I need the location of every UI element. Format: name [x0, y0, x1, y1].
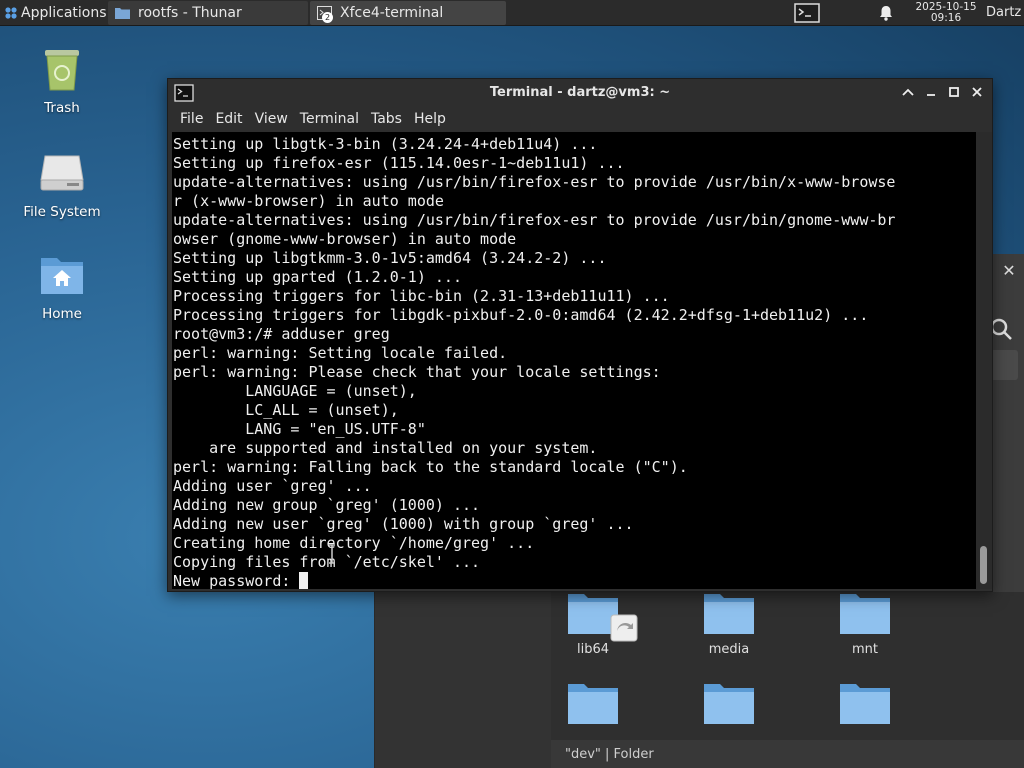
- terminal-line: Setting up libgtkmm-3.0-1v5:amd64 (3.24.…: [173, 249, 607, 267]
- folder-icon: [702, 682, 756, 728]
- folder-icon: [114, 6, 130, 20]
- menu-file[interactable]: File: [174, 111, 209, 127]
- folder-label: mnt: [852, 642, 878, 657]
- terminal-line: LANGUAGE = (unset),: [173, 382, 417, 400]
- terminal-line: root@vm3:/# adduser greg: [173, 325, 390, 343]
- password-prompt: New password:: [173, 572, 300, 589]
- applications-label: Applications ☰: [21, 4, 108, 21]
- terminal-line: r (x-www-browser) in auto mode: [173, 192, 444, 210]
- folder-link-icon: [566, 592, 638, 642]
- folder-icon: [838, 592, 892, 638]
- hard-drive-icon: [37, 148, 87, 198]
- thunar-close-icon[interactable]: ✕: [1000, 262, 1018, 280]
- folder-item[interactable]: mnt: [825, 592, 905, 657]
- terminal-line: are supported and installed on your syst…: [173, 439, 598, 457]
- text-cursor: [299, 572, 309, 589]
- terminal-line: Setting up gparted (1.2.0-1) ...: [173, 268, 462, 286]
- desktop-icon-label: Trash: [44, 100, 80, 116]
- taskbar-item-label: rootfs - Thunar: [138, 5, 242, 21]
- tray-terminal-icon[interactable]: [792, 2, 822, 24]
- folder-item[interactable]: [825, 682, 905, 732]
- window-controls: [900, 83, 984, 101]
- terminal-line: owser (gnome-www-browser) in auto mode: [173, 230, 517, 248]
- terminal-line: Adding user `greg' ...: [173, 477, 372, 495]
- shade-button[interactable]: [900, 83, 915, 101]
- terminal-icon: 2: [316, 6, 333, 23]
- menu-help[interactable]: Help: [408, 111, 452, 127]
- window-count-badge: 2: [322, 12, 333, 23]
- terminal-window[interactable]: Terminal - dartz@vm3: ~ File Edit View T…: [167, 78, 993, 592]
- terminal-line: LC_ALL = (unset),: [173, 401, 399, 419]
- notification-bell-icon[interactable]: [876, 3, 896, 23]
- clock-time: 09:16: [930, 11, 962, 24]
- maximize-icon: [948, 87, 959, 97]
- user-menu[interactable]: Dartz: [986, 5, 1024, 20]
- terminal-line: Creating home directory `/home/greg' ...: [173, 534, 535, 552]
- terminal-line: Copying files from `/etc/skel' ...: [173, 553, 481, 571]
- terminal-line: Setting up libgtk-3-bin (3.24.24-4+deb11…: [173, 135, 598, 153]
- minimize-button[interactable]: [923, 83, 938, 101]
- xfce-logo-icon: [4, 6, 18, 20]
- folder-icon: [566, 682, 620, 728]
- menubar: File Edit View Terminal Tabs Help: [168, 107, 992, 131]
- clock-date: 2025-10-15: [915, 0, 977, 13]
- minimize-icon: [926, 94, 935, 96]
- menu-view[interactable]: View: [249, 111, 294, 127]
- terminal-line: perl: warning: Please check that your lo…: [173, 363, 661, 381]
- mouse-ibeam-cursor-icon: [329, 544, 335, 564]
- terminal-output[interactable]: Setting up libgtk-3-bin (3.24.24-4+deb11…: [172, 132, 976, 589]
- clock[interactable]: 2025-10-15 09:16: [910, 0, 982, 24]
- thunar-statusbar: "dev" | Folder: [551, 740, 1024, 768]
- password-prompt-line: New password:: [173, 572, 976, 589]
- folder-item[interactable]: [553, 682, 633, 732]
- desktop-icon-label: File System: [23, 204, 101, 220]
- terminal-line: update-alternatives: using /usr/bin/fire…: [173, 211, 896, 229]
- desktop-icon-home[interactable]: Home: [14, 250, 110, 322]
- taskbar-item-terminal[interactable]: 2 Xfce4-terminal: [310, 1, 506, 25]
- close-button[interactable]: [969, 83, 984, 101]
- desktop-icon-file-system[interactable]: File System: [14, 148, 110, 220]
- scrollbar-thumb[interactable]: [980, 546, 987, 584]
- top-panel: Applications ☰ rootfs - Thunar 2 Xfce4-t…: [0, 0, 1024, 26]
- close-icon: [971, 87, 982, 97]
- taskbar-item-thunar[interactable]: rootfs - Thunar: [108, 1, 308, 25]
- maximize-button[interactable]: [946, 83, 961, 101]
- folder-label: media: [708, 642, 750, 657]
- terminal-line: Adding new user `greg' (1000) with group…: [173, 515, 634, 533]
- folder-icon: [702, 592, 756, 638]
- menu-edit[interactable]: Edit: [209, 111, 248, 127]
- terminal-titlebar[interactable]: Terminal - dartz@vm3: ~: [168, 79, 992, 107]
- window-title: Terminal - dartz@vm3: ~: [489, 85, 671, 100]
- trash-icon: [37, 44, 87, 94]
- terminal-line: Adding new group `greg' (1000) ...: [173, 496, 481, 514]
- menu-tabs[interactable]: Tabs: [365, 111, 408, 127]
- desktop-icon-trash[interactable]: Trash: [14, 44, 110, 116]
- taskbar-item-label: Xfce4-terminal: [340, 5, 444, 21]
- folder-item[interactable]: lib64: [553, 592, 638, 657]
- folder-icon: [838, 682, 892, 728]
- thunar-file-view[interactable]: lib64 media mnt: [551, 592, 1024, 740]
- scrollbar[interactable]: [976, 132, 992, 589]
- home-folder-icon: [37, 250, 87, 300]
- folder-label: lib64: [576, 642, 610, 657]
- terminal-line: LANG = "en_US.UTF-8": [173, 420, 426, 438]
- terminal-line: Setting up firefox-esr (115.14.0esr-1~de…: [173, 154, 625, 172]
- terminal-line: update-alternatives: using /usr/bin/fire…: [173, 173, 896, 191]
- output-lines: Setting up libgtk-3-bin (3.24.24-4+deb11…: [173, 135, 976, 572]
- terminal-line: Processing triggers for libgdk-pixbuf-2.…: [173, 306, 869, 324]
- menu-terminal[interactable]: Terminal: [294, 111, 365, 127]
- desktop-icon-label: Home: [42, 306, 82, 322]
- folder-item[interactable]: [689, 682, 769, 732]
- thunar-sidebar: [375, 592, 551, 768]
- folder-item[interactable]: media: [689, 592, 769, 657]
- terminal-line: perl: warning: Falling back to the stand…: [173, 458, 688, 476]
- terminal-line: Processing triggers for libc-bin (2.31-1…: [173, 287, 670, 305]
- terminal-line: perl: warning: Setting locale failed.: [173, 344, 508, 362]
- applications-menu-button[interactable]: Applications ☰: [0, 0, 108, 26]
- chevron-up-icon: [901, 88, 914, 96]
